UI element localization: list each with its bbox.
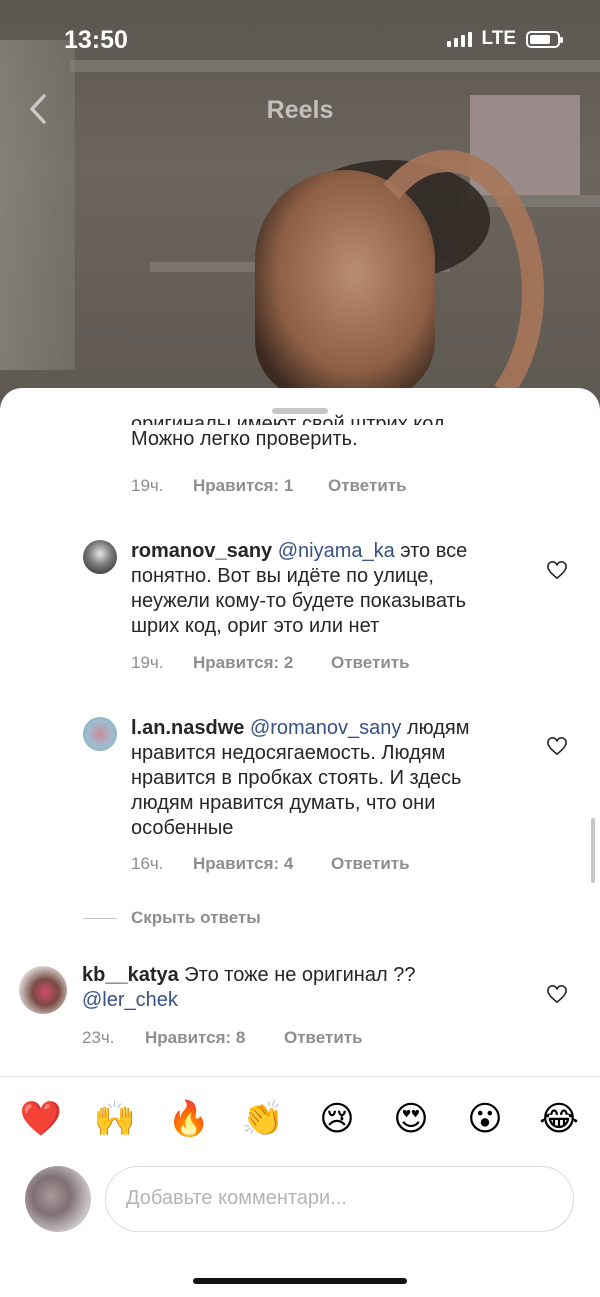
- home-indicator[interactable]: [193, 1278, 407, 1284]
- hide-replies-line: [83, 918, 117, 919]
- reply-button[interactable]: Ответить: [331, 653, 410, 673]
- comment-likes[interactable]: Нравится: 4: [193, 854, 331, 874]
- emoji-cry-button[interactable]: 😢: [314, 1098, 360, 1140]
- battery-icon: [526, 30, 563, 48]
- comments-sheet[interactable]: оригиналы имеют свой штрих код. Можно ле…: [0, 388, 600, 1297]
- hide-replies-button[interactable]: Скрыть ответы: [131, 908, 261, 928]
- emoji-laugh-button[interactable]: 😂: [536, 1098, 582, 1140]
- comment-meta: 19ч. Нравится: 1 Ответить: [131, 476, 407, 496]
- emoji-fire-button[interactable]: 🔥: [166, 1098, 212, 1140]
- avatar[interactable]: [83, 540, 117, 574]
- avatar[interactable]: [83, 717, 117, 751]
- shelf: [70, 60, 600, 72]
- comment-likes[interactable]: Нравится: 8: [145, 1028, 284, 1048]
- comment-text-line: нравится недосягаемость. Людям: [131, 742, 446, 764]
- person-arm: [350, 150, 544, 420]
- comment-text-line: нравится в пробках стоять. И здесь: [131, 767, 462, 789]
- comment-text: kb__katya Это тоже не оригинал ?? @ler_c…: [82, 963, 522, 1013]
- comment-text-line: особенные: [131, 817, 234, 839]
- divider: [0, 1076, 600, 1077]
- comment-meta: 23ч. Нравится: 8 Ответить: [82, 1028, 363, 1048]
- reply-button[interactable]: Ответить: [331, 854, 410, 874]
- like-heart-icon[interactable]: [546, 736, 568, 756]
- comment-text-line: людям: [401, 717, 470, 739]
- emoji-clap-button[interactable]: 👏: [240, 1098, 286, 1140]
- comment-text: l.an.nasdwe @romanov_sany людям нравится…: [131, 716, 531, 841]
- comment-likes[interactable]: Нравится: 1: [193, 476, 328, 496]
- comment-text-line: людям нравится думать, что они: [131, 792, 436, 814]
- comment-time: 19ч.: [131, 653, 164, 672]
- reel-video[interactable]: [0, 0, 600, 420]
- comment-text-line: это все: [394, 540, 468, 562]
- comment-time: 19ч.: [131, 476, 164, 495]
- reply-button[interactable]: Ответить: [284, 1028, 363, 1048]
- comment-time: 16ч.: [131, 854, 164, 873]
- emoji-surprised-button[interactable]: 😮: [462, 1098, 508, 1140]
- my-avatar: [25, 1166, 91, 1232]
- comment-username[interactable]: romanov_sany: [131, 540, 272, 562]
- page-title: Reels: [266, 96, 334, 124]
- comment-mention[interactable]: @romanov_sany: [250, 717, 401, 739]
- comment-text: romanov_sany @niyama_ka это все понятно.…: [131, 539, 531, 639]
- emoji-raised-hands-button[interactable]: 🙌: [92, 1098, 138, 1140]
- emoji-heart-button[interactable]: ❤️: [18, 1098, 64, 1140]
- comment-text-line: Можно легко проверить.: [131, 428, 358, 450]
- emoji-reaction-bar: ❤️ 🙌 🔥 👏 😢 😍 😮 😂: [0, 1098, 600, 1140]
- reply-button[interactable]: Ответить: [328, 476, 407, 496]
- signal-icon: [446, 31, 472, 47]
- comment-text-line: неужели кому-то будете показывать: [131, 590, 467, 612]
- comment-username[interactable]: kb__katya: [82, 964, 179, 986]
- comment-text-line: понятно. Вот вы идёте по улице,: [131, 565, 434, 587]
- like-heart-icon[interactable]: [546, 984, 568, 1004]
- comment-meta: 16ч. Нравится: 4 Ответить: [131, 854, 410, 874]
- network-type: LTE: [481, 28, 516, 49]
- emoji-heart-eyes-button[interactable]: 😍: [388, 1098, 434, 1140]
- scrollbar[interactable]: [591, 818, 595, 883]
- comment-likes[interactable]: Нравится: 2: [193, 653, 331, 673]
- status-time: 13:50: [64, 26, 128, 54]
- status-indicators: LTE: [446, 28, 563, 50]
- comment-time: 23ч.: [82, 1028, 115, 1047]
- comment-text-line: Это тоже не оригинал ??: [178, 964, 416, 986]
- comment-text: оригиналы имеют свой штрих код. Можно ле…: [131, 412, 450, 452]
- comment-meta: 19ч. Нравится: 2 Ответить: [131, 653, 410, 673]
- window-background: [0, 40, 75, 370]
- comment-mention[interactable]: @ler_chek: [82, 988, 522, 1013]
- like-heart-icon[interactable]: [546, 560, 568, 580]
- comment-mention[interactable]: @niyama_ka: [278, 540, 395, 562]
- comment-text-line: шрих код, ориг это или нет: [131, 615, 380, 637]
- comment-input-placeholder: Добавьте комментари...: [126, 1187, 347, 1209]
- avatar[interactable]: [19, 966, 67, 1014]
- comment-username[interactable]: l.an.nasdwe: [131, 717, 244, 739]
- comment-text-line: оригиналы имеют свой штрих код.: [131, 413, 451, 425]
- comment-input[interactable]: Добавьте комментари...: [105, 1166, 574, 1232]
